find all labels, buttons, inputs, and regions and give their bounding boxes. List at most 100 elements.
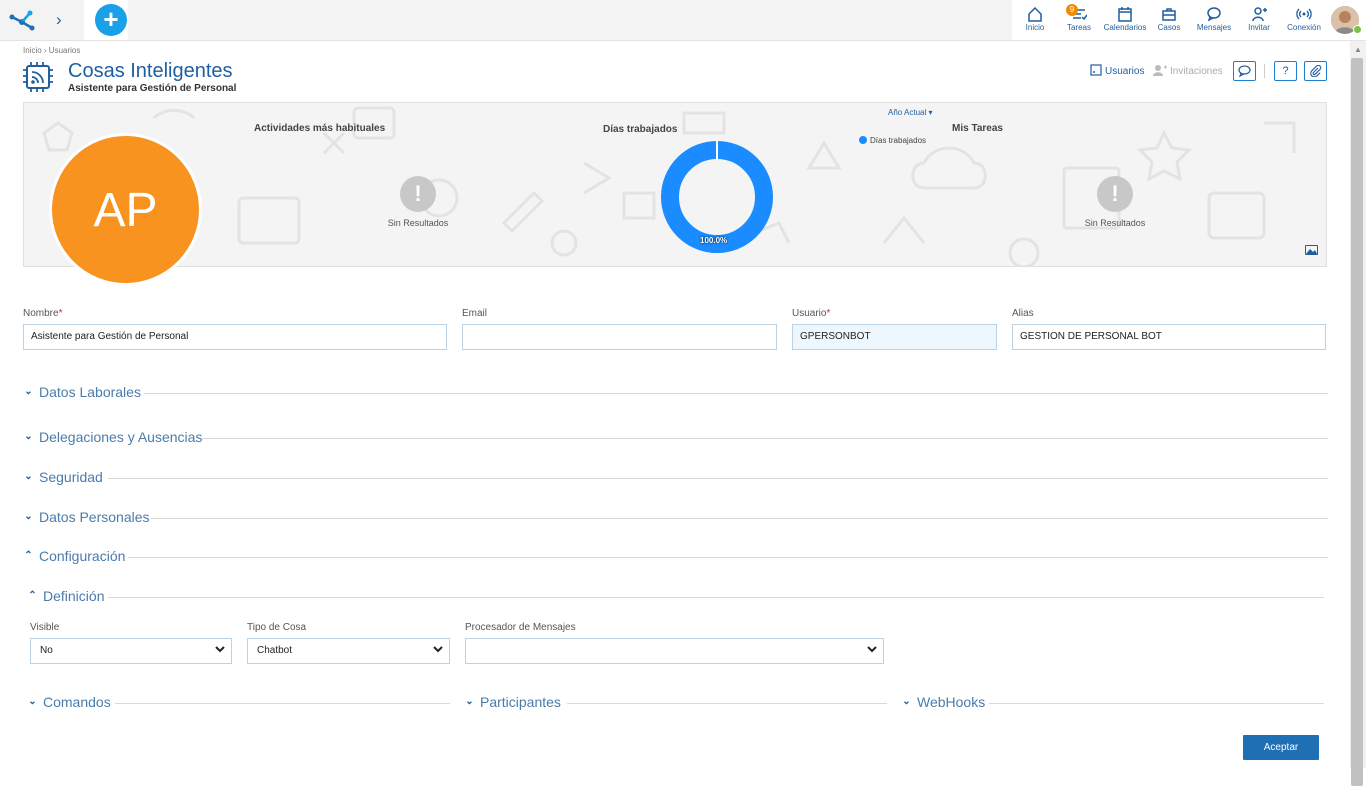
chevron-down-icon: ⌄	[28, 696, 37, 707]
page-title: Cosas Inteligentes	[68, 60, 233, 82]
profile-banner: Actividades más habituales ! Sin Resulta…	[23, 102, 1327, 267]
section-seguridad[interactable]: ⌄ Seguridad	[23, 469, 1328, 487]
nav-calendarios-label: Calendarios	[1103, 23, 1147, 32]
chevron-down-icon	[215, 646, 225, 653]
email-label: Email	[462, 308, 488, 319]
chevron-down-icon: ⌄	[24, 386, 33, 397]
profile-avatar[interactable]: AP	[49, 133, 202, 286]
section-webhooks[interactable]: ⌄ WebHooks	[901, 694, 1324, 712]
scrollbar-thumb[interactable]	[1351, 58, 1363, 786]
logo-area: ›	[0, 0, 84, 40]
chevron-up-icon: ⌃	[28, 590, 37, 601]
chart-legend[interactable]: Días trabajados	[859, 136, 926, 145]
period-dropdown[interactable]: Año Actual ▾	[888, 108, 933, 117]
attach-button[interactable]	[1304, 61, 1327, 81]
section-divider	[144, 393, 1328, 394]
alias-field[interactable]: GESTION DE PERSONAL BOT	[1012, 324, 1326, 350]
section-title: WebHooks	[917, 694, 986, 710]
comment-icon	[1238, 65, 1251, 78]
section-divider	[128, 557, 1328, 558]
section-title: Definición	[43, 588, 105, 604]
section-definicion[interactable]: ⌃ Definición	[27, 588, 1324, 606]
activities-empty-label: Sin Resultados	[387, 218, 449, 228]
usuarios-link-label: Usuarios	[1105, 66, 1145, 77]
section-delegaciones[interactable]: ⌄ Delegaciones y Ausencias	[23, 429, 1328, 447]
section-datos-personales[interactable]: ⌄ Datos Personales	[23, 509, 1328, 527]
period-label: Año Actual	[888, 108, 927, 117]
users-link-icon	[1090, 64, 1102, 76]
accept-button[interactable]: Aceptar	[1243, 735, 1319, 760]
scrollbar[interactable]: ▲	[1350, 41, 1366, 786]
chevron-down-icon: ⌄	[24, 511, 33, 522]
section-title: Comandos	[43, 694, 111, 710]
online-status-icon	[1353, 25, 1362, 34]
nav-inicio-label: Inicio	[1025, 23, 1045, 32]
required-mark: *	[58, 308, 63, 319]
legend-label: Días trabajados	[870, 136, 927, 145]
nav-conexion[interactable]: Conexión	[1286, 6, 1322, 32]
section-title: Datos Laborales	[39, 384, 141, 400]
section-title: Datos Personales	[39, 509, 150, 525]
nav-conexion-label: Conexión	[1287, 23, 1321, 32]
usuario-label: Usuario*	[792, 308, 830, 319]
invitaciones-link-label: Invitaciones	[1170, 66, 1223, 77]
card-activities-title: Actividades más habituales	[254, 123, 386, 134]
calendar-icon	[1118, 7, 1132, 22]
section-title: Delegaciones y Ausencias	[39, 429, 203, 445]
tipo-value: Chatbot	[257, 645, 293, 656]
app-logo-icon[interactable]	[8, 8, 36, 32]
nav-invitar[interactable]: Invitar	[1246, 6, 1272, 32]
nav-tareas[interactable]: 9 Tareas	[1064, 4, 1094, 32]
add-button[interactable]: +	[95, 4, 127, 36]
chevron-down-icon: ⌄	[465, 696, 474, 707]
visible-value: No	[40, 645, 53, 656]
nav-casos[interactable]: Casos	[1156, 6, 1182, 32]
section-comandos[interactable]: ⌄ Comandos	[27, 694, 450, 712]
usuario-field[interactable]: GPERSONBOT	[792, 324, 997, 350]
section-divider	[151, 518, 1328, 519]
invitaciones-link[interactable]: Invitaciones	[1153, 64, 1223, 77]
topbar-fill	[128, 0, 1012, 40]
change-banner-image-icon[interactable]	[1305, 245, 1318, 255]
section-divider	[989, 703, 1324, 704]
section-participantes[interactable]: ⌄ Participantes	[464, 694, 887, 712]
usuarios-link[interactable]: Usuarios	[1090, 64, 1144, 77]
tipo-label: Tipo de Cosa	[247, 622, 307, 633]
visible-label: Visible	[30, 622, 60, 633]
chat-icon	[1207, 7, 1221, 22]
procesador-label: Procesador de Mensajes	[465, 622, 576, 633]
nav-calendarios[interactable]: Calendarios	[1102, 6, 1148, 32]
section-divider	[567, 703, 887, 704]
card-days-title: Días trabajados	[603, 124, 678, 135]
tipo-select[interactable]: Chatbot	[247, 638, 450, 664]
comments-button[interactable]	[1233, 61, 1256, 81]
alias-label: Alias	[1012, 308, 1034, 319]
section-divider	[202, 438, 1328, 439]
breadcrumb[interactable]: Inicio › Usuarios	[23, 46, 80, 55]
scroll-up-icon[interactable]: ▲	[1354, 45, 1362, 54]
donut-slice-worked[interactable]	[661, 141, 773, 253]
expand-menu-icon[interactable]: ›	[56, 10, 62, 30]
page-subtitle: Asistente para Gestión de Personal	[68, 83, 237, 94]
nav-invitar-label: Invitar	[1248, 23, 1270, 32]
home-icon	[1028, 6, 1042, 22]
chevron-down-icon: ⌄	[902, 696, 911, 707]
broadcast-icon	[1296, 8, 1312, 20]
nav-inicio[interactable]: Inicio	[1022, 6, 1048, 32]
donut-value-label: 100.0%	[700, 236, 728, 245]
visible-select[interactable]: No	[30, 638, 232, 664]
nav-tareas-label: Tareas	[1066, 23, 1091, 32]
chevron-up-icon: ⌃	[24, 550, 33, 561]
section-datos-laborales[interactable]: ⌄ Datos Laborales	[23, 384, 1328, 402]
section-title: Participantes	[480, 694, 561, 710]
help-button[interactable]: ?	[1274, 61, 1297, 81]
alert-icon: !	[1097, 176, 1133, 212]
usuario-label-text: Usuario	[792, 308, 827, 319]
nombre-field[interactable]: Asistente para Gestión de Personal	[23, 324, 447, 350]
email-field[interactable]	[462, 324, 777, 350]
nombre-label-text: Nombre	[23, 308, 59, 319]
procesador-select[interactable]	[465, 638, 884, 664]
header-divider	[1264, 64, 1265, 78]
section-configuracion[interactable]: ⌃ Configuración	[23, 548, 1328, 566]
nav-mensajes[interactable]: Mensajes	[1196, 6, 1232, 32]
